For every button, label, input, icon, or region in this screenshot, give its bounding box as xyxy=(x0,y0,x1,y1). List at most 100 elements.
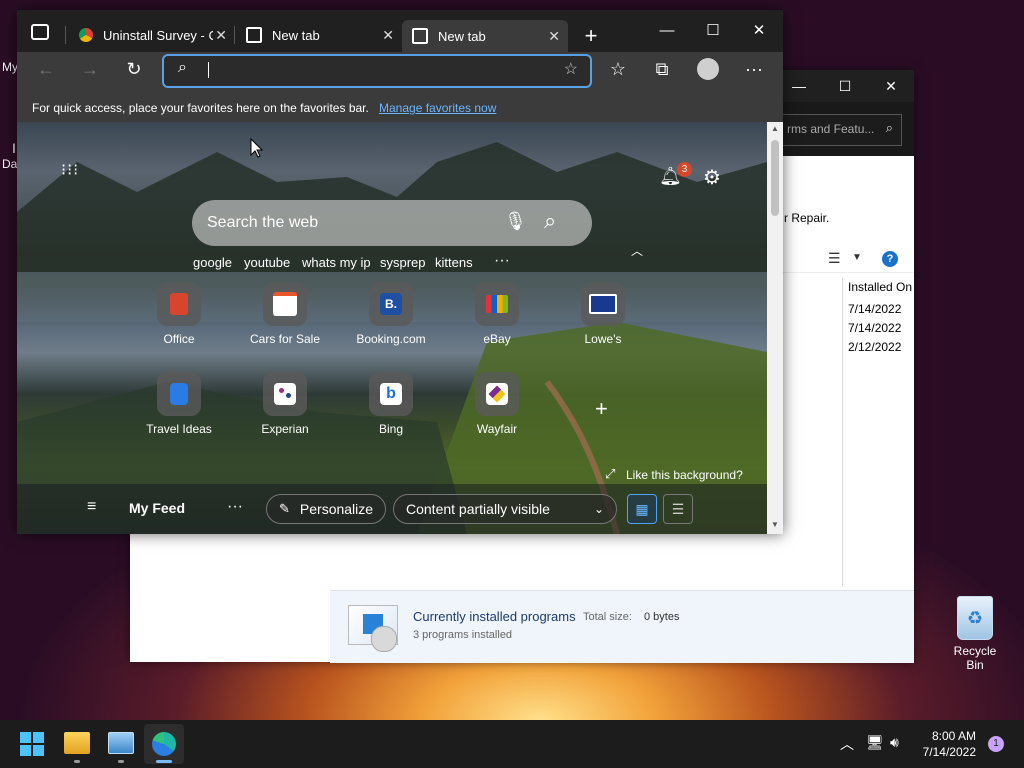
pencil-icon: ✎ xyxy=(279,501,290,516)
tab-new-tab-active[interactable]: New tab ✕ xyxy=(402,20,568,52)
notification-center-badge[interactable]: 1 xyxy=(988,736,1004,752)
search-icon[interactable]: ⌕ xyxy=(544,208,556,234)
recycle-bin[interactable]: ♻ Recycle Bin xyxy=(944,596,1006,672)
quick-link-tile-lowes[interactable]: Lowe's xyxy=(548,282,658,346)
personalize-button[interactable]: ✎ Personalize xyxy=(266,494,386,524)
recycle-bin-icon: ♻ xyxy=(957,596,993,640)
microphone-icon[interactable]: 🎙︎ xyxy=(504,211,527,232)
add-site-icon[interactable]: + xyxy=(595,396,608,422)
taskbar-running-indicator xyxy=(118,760,124,763)
quick-search-link[interactable]: youtube xyxy=(244,255,290,270)
minimize-button[interactable]: — xyxy=(644,10,690,50)
quick-search-link[interactable]: whats my ip xyxy=(302,255,371,270)
chevron-down-icon[interactable]: ▼ xyxy=(852,252,862,263)
control-panel-icon[interactable] xyxy=(108,732,134,754)
chevron-down-icon: ⌄ xyxy=(593,502,604,516)
maximize-button[interactable]: ☐ xyxy=(822,70,868,102)
close-tab-icon[interactable]: ✕ xyxy=(382,20,394,50)
start-button[interactable] xyxy=(20,732,44,756)
more-options-icon[interactable]: ··· xyxy=(738,53,770,85)
total-size-value: 0 bytes xyxy=(644,611,680,623)
close-button[interactable]: ✕ xyxy=(736,10,782,50)
scrollbar-thumb[interactable] xyxy=(771,140,779,216)
quick-link-tile-ebay[interactable]: eBay xyxy=(442,282,552,346)
quick-link-tile-bing[interactable]: b Bing xyxy=(336,372,446,436)
notification-count-badge: 3 xyxy=(677,162,692,177)
quick-search-link[interactable]: kittens xyxy=(435,255,473,270)
content-visibility-dropdown[interactable]: Content partially visible ⌄ xyxy=(393,494,617,524)
list-layout-button[interactable]: ☰ xyxy=(663,494,693,524)
help-icon[interactable]: ? xyxy=(882,251,898,267)
address-bar[interactable]: ⌕ ☆ xyxy=(162,54,592,88)
profile-avatar[interactable] xyxy=(697,58,719,80)
page-scrollbar[interactable]: ▲ ▼ xyxy=(767,122,783,534)
quick-link-tile-travel-ideas[interactable]: Travel Ideas xyxy=(124,372,234,436)
personalize-label: Personalize xyxy=(299,501,374,517)
chrome-icon xyxy=(79,28,93,42)
scroll-down-icon[interactable]: ▼ xyxy=(771,520,779,529)
scroll-up-icon[interactable]: ▲ xyxy=(771,124,779,133)
feed-title[interactable]: My Feed xyxy=(129,500,185,516)
network-icon[interactable]: 🖥︎ xyxy=(866,734,884,751)
settings-gear-icon[interactable]: ⚙ xyxy=(703,165,721,190)
maximize-button[interactable]: ☐ xyxy=(690,10,736,50)
feed-more-icon[interactable]: ··· xyxy=(227,498,243,516)
installed-on-column: Installed On 7/14/2022 7/14/2022 2/12/20… xyxy=(842,278,915,586)
volume-icon[interactable]: 🔊︎ xyxy=(890,734,899,751)
collapse-chevron-icon[interactable]: ︿ xyxy=(631,242,643,259)
clock-time[interactable]: 8:00 AM xyxy=(912,729,976,743)
refresh-icon[interactable]: ↻ xyxy=(118,53,150,85)
column-header-installed-on[interactable]: Installed On xyxy=(848,280,912,294)
tab-divider xyxy=(234,26,235,44)
forward-icon[interactable]: → xyxy=(74,53,106,85)
search-placeholder: rms and Featu... xyxy=(787,122,875,136)
manage-favorites-link[interactable]: Manage favorites now xyxy=(379,101,496,115)
quick-link-tile-experian[interactable]: Experian xyxy=(230,372,340,436)
web-search-box[interactable]: Search the web 🎙︎ ⌕ xyxy=(192,200,592,246)
programs-icon xyxy=(348,605,398,652)
file-explorer-icon[interactable] xyxy=(64,732,90,754)
tab-uninstall-survey[interactable]: Uninstall Survey - C ✕ xyxy=(69,20,235,50)
favorites-icon[interactable]: ☆ xyxy=(602,53,634,85)
quick-link-tile-booking[interactable]: B. Booking.com xyxy=(336,282,446,346)
office-icon xyxy=(157,282,201,326)
close-button[interactable]: ✕ xyxy=(868,70,914,102)
bing-icon: b xyxy=(369,372,413,416)
quick-link-tile-cars-for-sale[interactable]: Cars for Sale xyxy=(230,282,340,346)
tile-label: Lowe's xyxy=(584,332,622,346)
quick-link-tile-office[interactable]: Office xyxy=(124,282,234,346)
desktop-icon-label: I xyxy=(12,140,16,156)
search-icon: ⌕ xyxy=(885,120,893,135)
edge-taskbar-button[interactable] xyxy=(144,724,184,764)
address-input[interactable] xyxy=(208,62,209,78)
apps-launcher-icon[interactable]: ⁝⁝⁝ xyxy=(61,163,79,179)
car-icon xyxy=(263,282,307,326)
search-input[interactable]: rms and Featu... ⌕ xyxy=(782,114,902,146)
quick-search-link[interactable]: sysprep xyxy=(380,255,426,270)
quick-search-link[interactable]: google xyxy=(193,255,232,270)
close-tab-icon[interactable]: ✕ xyxy=(215,20,227,50)
new-tab-button[interactable]: + xyxy=(577,22,605,50)
hamburger-menu-icon[interactable]: ≡ xyxy=(87,498,96,516)
tab-actions-icon[interactable] xyxy=(31,24,49,40)
close-tab-icon[interactable]: ✕ xyxy=(548,20,560,52)
taskbar-running-indicator xyxy=(74,760,80,763)
new-tab-page-icon xyxy=(412,28,428,44)
add-favorite-icon[interactable]: ☆ xyxy=(564,59,578,79)
tab-new-tab[interactable]: New tab ✕ xyxy=(236,20,402,50)
grid-layout-button[interactable]: ▦ xyxy=(627,494,657,524)
clock-date[interactable]: 7/14/2022 xyxy=(912,745,976,759)
table-row-date: 2/12/2022 xyxy=(848,340,902,354)
chevron-up-icon[interactable]: ︿ xyxy=(840,734,854,754)
back-icon[interactable]: ← xyxy=(30,53,62,85)
tab-title: New tab xyxy=(272,27,320,43)
repair-text: r Repair. xyxy=(784,211,830,225)
tab-divider xyxy=(65,26,66,44)
collections-icon[interactable]: ⧉ xyxy=(646,53,678,85)
like-background-link[interactable]: Like this background? xyxy=(626,468,743,482)
more-quick-searches-icon[interactable]: ··· xyxy=(494,252,510,270)
total-size-label: Total size: xyxy=(583,611,632,623)
view-options-icon[interactable]: ☰ xyxy=(828,250,841,267)
expand-icon: ⤢ xyxy=(605,466,616,481)
quick-link-tile-wayfair[interactable]: Wayfair xyxy=(442,372,552,436)
